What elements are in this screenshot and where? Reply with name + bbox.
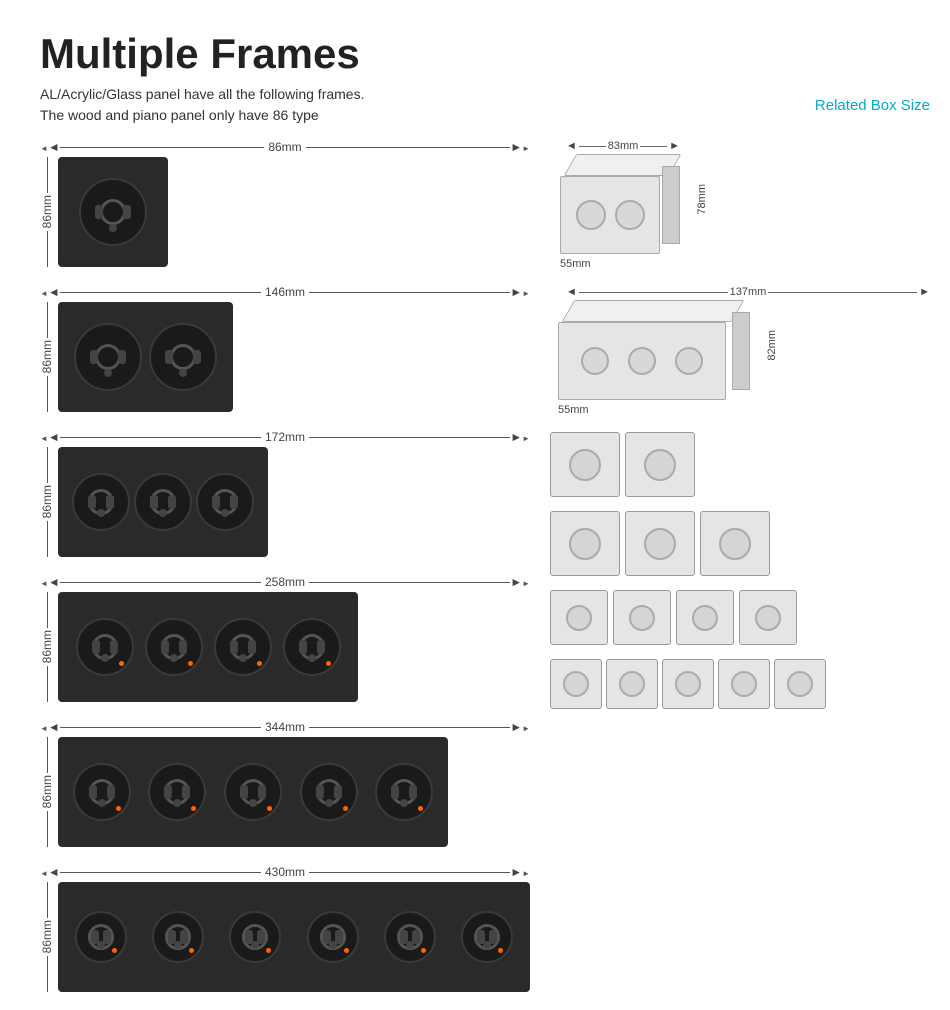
box-unit	[739, 590, 797, 645]
box-unit	[662, 659, 714, 709]
panel-3	[58, 447, 268, 557]
socket	[79, 178, 147, 246]
socket	[384, 911, 436, 963]
subtitle: AL/Acrylic/Glass panel have all the foll…	[40, 84, 910, 126]
box-item-1: ◄ 83mm ►	[550, 140, 930, 270]
frame-item-3: ◄ 172mm ► 86mm	[40, 430, 530, 557]
box2-depth: 82mm	[766, 330, 778, 361]
box-unit	[676, 590, 734, 645]
box-unit	[625, 511, 695, 576]
socket	[148, 763, 206, 821]
socket	[145, 618, 203, 676]
socket	[75, 911, 127, 963]
frame-2-horiz-dim: ◄ 146mm ►	[40, 285, 530, 299]
panel-4	[58, 592, 358, 702]
box-unit	[613, 590, 671, 645]
socket	[300, 763, 358, 821]
box-unit	[550, 511, 620, 576]
frame-item-1: ◄ 86mm ► 86mm	[40, 140, 530, 267]
panel-1	[58, 157, 168, 267]
frame-item-6: ◄ 430mm ► 86mm	[40, 865, 530, 992]
box-unit	[550, 590, 608, 645]
box2-width: 137mm	[730, 286, 767, 298]
box-unit	[700, 511, 770, 576]
socket	[149, 323, 217, 391]
frame-5-width: 344mm	[265, 720, 305, 734]
panel-5	[58, 737, 448, 847]
box-unit	[774, 659, 826, 709]
box-item-3	[550, 432, 930, 497]
panel-6	[58, 882, 530, 992]
frame-6-width: 430mm	[265, 865, 305, 879]
socket	[307, 911, 359, 963]
socket	[134, 473, 192, 531]
frame-1-width: 86mm	[268, 140, 301, 154]
socket	[72, 473, 130, 531]
frame-2-width: 146mm	[265, 285, 305, 299]
box-unit	[550, 432, 620, 497]
socket	[74, 323, 142, 391]
arrow-left: ◄	[40, 140, 60, 154]
socket	[224, 763, 282, 821]
box-item-4	[550, 511, 930, 576]
boxes-column: ◄ 83mm ►	[550, 140, 930, 723]
socket	[152, 911, 204, 963]
socket	[283, 618, 341, 676]
box1-height: 55mm	[560, 258, 680, 270]
frame-6-horiz-dim: ◄ 430mm ►	[40, 865, 530, 879]
frame-4-horiz-dim: ◄ 258mm ►	[40, 575, 530, 589]
box-item-5	[550, 590, 930, 645]
page-title: Multiple Frames	[40, 30, 910, 78]
panel-2	[58, 302, 233, 412]
frames-column: ◄ 86mm ► 86mm	[40, 140, 530, 1010]
page-container: Multiple Frames AL/Acrylic/Glass panel h…	[0, 0, 950, 927]
frame-item-2: ◄ 146mm ► 86mm	[40, 285, 530, 412]
box-item-2: ◄ 137mm ► 82mm 55mm	[550, 286, 930, 416]
frame-5-horiz-dim: ◄ 344mm ►	[40, 720, 530, 734]
box-unit	[606, 659, 658, 709]
box-unit	[718, 659, 770, 709]
frame-1-horiz-dim: ◄ 86mm ►	[40, 140, 530, 154]
frame-3-width: 172mm	[265, 430, 305, 444]
socket	[461, 911, 513, 963]
socket	[73, 763, 131, 821]
socket	[214, 618, 272, 676]
arrow-right: ►	[510, 140, 530, 154]
box-unit	[625, 432, 695, 497]
socket	[76, 618, 134, 676]
socket	[229, 911, 281, 963]
related-box-label: Related Box Size	[815, 97, 930, 114]
box2-height: 55mm	[558, 404, 930, 416]
box-unit	[550, 659, 602, 709]
frame-3-horiz-dim: ◄ 172mm ►	[40, 430, 530, 444]
socket	[375, 763, 433, 821]
socket	[196, 473, 254, 531]
box1-width: 83mm	[608, 140, 639, 152]
frame-4-width: 258mm	[265, 575, 305, 589]
box-3d-1: 78mm	[550, 154, 680, 254]
frame-item-4: ◄ 258mm ► 86mm	[40, 575, 530, 702]
box1-depth: 78mm	[696, 184, 708, 215]
box-item-6	[550, 659, 930, 709]
box-3d-2: 82mm	[550, 300, 750, 400]
frame-item-5: ◄ 344mm ► 86mm	[40, 720, 530, 847]
